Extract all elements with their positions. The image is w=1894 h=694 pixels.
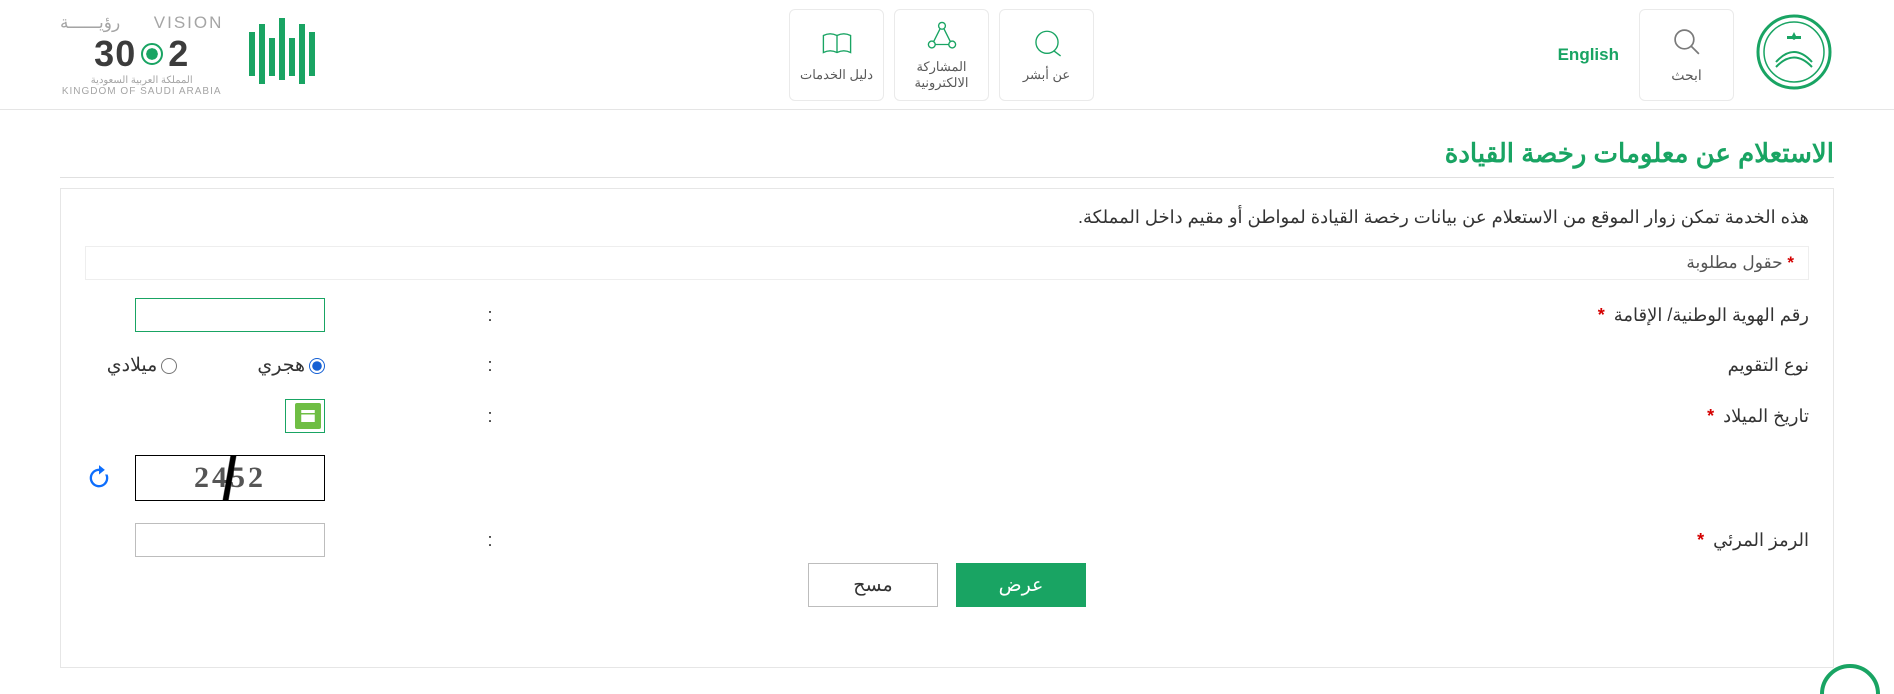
cursor-icon <box>1030 27 1064 61</box>
left-cluster: ابحث English <box>1558 9 1834 101</box>
page-header: VISION رؤيــــــة 2 30 المملكة العربية ا… <box>0 0 1894 110</box>
colon-2: : <box>325 355 655 376</box>
visual-code-label: الرمز المرئي * <box>655 530 1809 551</box>
visual-code-cell <box>295 523 325 557</box>
id-label: رقم الهوية الوطنية/ الإقامة * <box>655 305 1809 326</box>
language-switch-link[interactable]: English <box>1558 45 1619 65</box>
colon-1: : <box>325 305 655 326</box>
calendar-icon[interactable] <box>295 403 321 429</box>
vision-ksa-ar: المملكة العربية السعودية <box>91 75 193 86</box>
radio-hijri-input[interactable] <box>309 358 325 374</box>
floating-help-widget[interactable] <box>1820 664 1880 694</box>
vision-ar: رؤيــــــة <box>60 13 120 32</box>
form-grid: رقم الهوية الوطنية/ الإقامة * : نوع التق… <box>85 298 1809 557</box>
vision-year-b: 30 <box>94 33 136 75</box>
radio-hijri-label: هجري <box>257 354 305 377</box>
vision-en: VISION <box>154 13 224 32</box>
radio-gregorian-input[interactable] <box>161 358 177 374</box>
nav-services-guide[interactable]: دليل الخدمات <box>789 9 884 101</box>
captcha-cell: 2452 <box>295 455 325 501</box>
search-tile-label: ابحث <box>1671 67 1702 84</box>
nav-services-label: دليل الخدمات <box>800 67 873 83</box>
dob-cell <box>295 399 325 433</box>
nav-about-label: عن أبشر <box>1023 67 1070 83</box>
nav-tiles: عن أبشر المشاركة الالكترونية دليل الخدما… <box>789 9 1094 101</box>
required-fields-label: حقول مطلوبة <box>1686 253 1782 272</box>
submit-button[interactable]: عرض <box>956 563 1086 607</box>
absher-logo <box>245 12 325 97</box>
dob-label: تاريخ الميلاد * <box>655 406 1809 427</box>
calendar-radio-group: هجري ميلادي <box>107 354 325 377</box>
calendar-cell: هجري ميلادي <box>295 354 325 377</box>
vision-ksa-en: KINGDOM OF SAUDI ARABIA <box>62 86 222 97</box>
vision2030-logo: VISION رؤيــــــة 2 30 المملكة العربية ا… <box>60 13 223 97</box>
search-icon <box>1670 25 1704 59</box>
share-icon <box>925 19 959 53</box>
required-fields-bar: * حقول مطلوبة <box>85 246 1809 280</box>
refresh-icon[interactable] <box>85 464 113 492</box>
radio-gregorian[interactable]: ميلادي <box>107 354 178 377</box>
id-cell <box>295 298 325 332</box>
calendar-type-label: نوع التقويم <box>655 355 1809 376</box>
clear-button[interactable]: مسح <box>808 563 938 607</box>
nav-epart-l2: الالكترونية <box>914 75 968 90</box>
button-row: عرض مسح <box>85 563 1809 607</box>
brand-cluster: VISION رؤيــــــة 2 30 المملكة العربية ا… <box>60 12 325 97</box>
vision-dot-icon <box>141 43 163 65</box>
radio-hijri[interactable]: هجري <box>257 354 325 377</box>
search-tile[interactable]: ابحث <box>1639 9 1734 101</box>
nav-about[interactable]: عن أبشر <box>999 9 1094 101</box>
book-icon <box>820 27 854 61</box>
nav-epart-l1: المشاركة <box>916 59 966 74</box>
colon-5: : <box>325 530 655 551</box>
vision-year-a: 2 <box>168 33 189 75</box>
colon-3: : <box>325 406 655 427</box>
radio-gregorian-label: ميلادي <box>107 354 158 377</box>
page-title: الاستعلام عن معلومات رخصة القيادة <box>60 138 1834 178</box>
id-input[interactable] <box>135 298 325 332</box>
form-card: هذه الخدمة تمكن زوار الموقع من الاستعلام… <box>60 188 1834 668</box>
visual-code-input[interactable] <box>135 523 325 557</box>
captcha-image: 2452 <box>135 455 325 501</box>
intro-text: هذه الخدمة تمكن زوار الموقع من الاستعلام… <box>85 207 1809 228</box>
moi-emblem <box>1754 12 1834 97</box>
nav-eparticipation[interactable]: المشاركة الالكترونية <box>894 9 989 101</box>
